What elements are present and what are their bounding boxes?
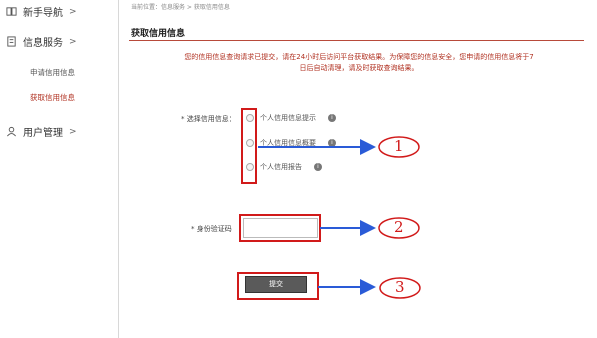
step-3-number: 3 [395, 278, 405, 296]
annotation-arrows [258, 136, 421, 299]
step-1-number: 1 [394, 137, 404, 155]
step-2-number: 2 [394, 218, 404, 236]
